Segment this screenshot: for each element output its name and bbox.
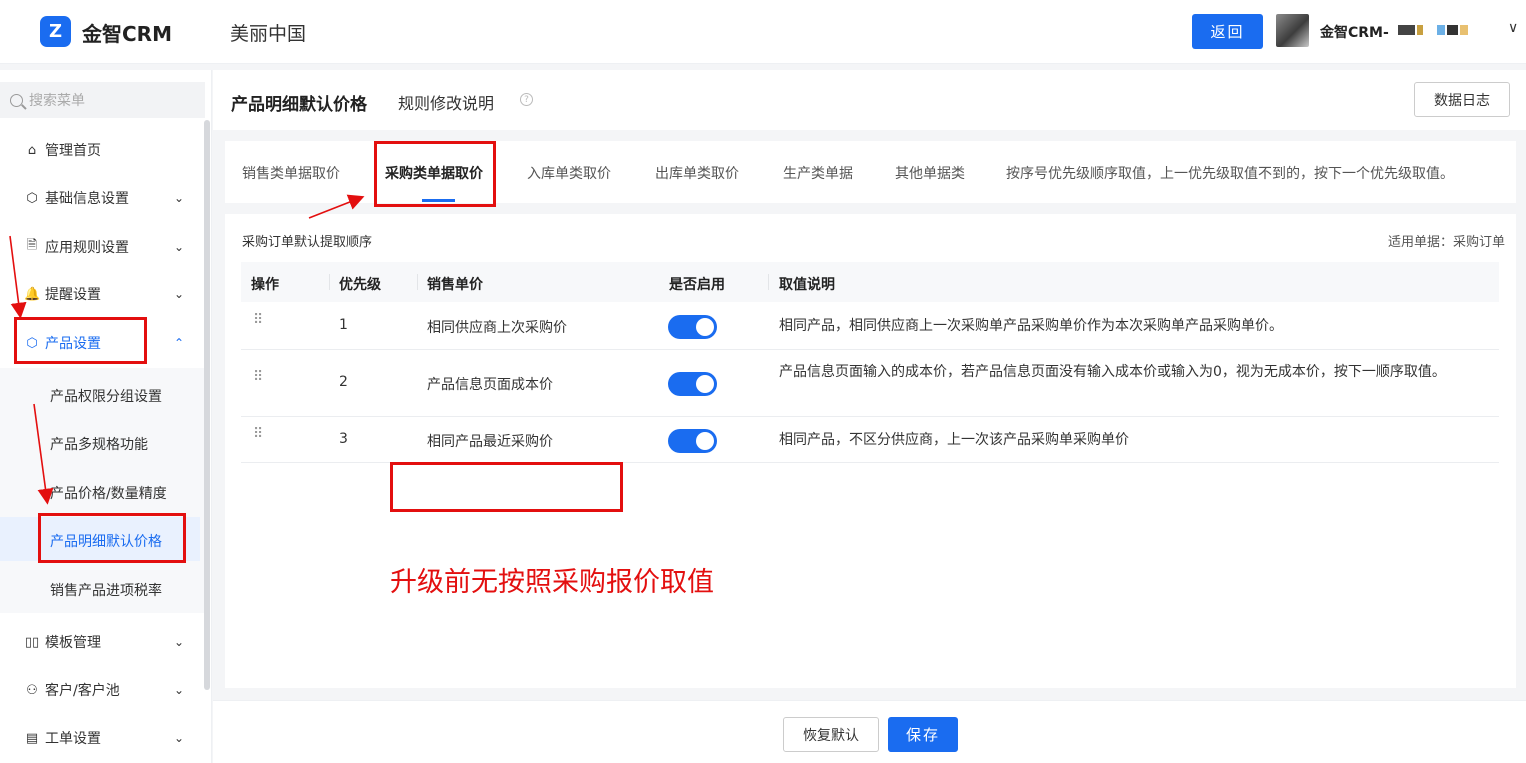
submenu-item-price-precision[interactable]: 产品价格/数量精度 [50,483,167,503]
applicable-docs: 适用单据：采购订单 [1387,235,1505,250]
chevron-up-icon: ⌃ [173,336,184,350]
tab-sales-pricing[interactable]: 销售类单据取价 [242,163,340,183]
tabs-hint-text: 按序号优先级顺序取值，上一优先级取值不到的，按下一个优先级取值。 [1006,166,1454,182]
sidebar-item-templates[interactable]: ▯▯ 模板管理 ⌄ [24,632,184,652]
rule-change-link[interactable]: 规则修改说明 [398,90,494,114]
sidebar-item-work-orders[interactable]: ▤ 工单设置 ⌄ [24,728,184,748]
header-divider [417,274,418,290]
chevron-down-icon: ⌄ [173,683,184,697]
chevron-down-icon: ⌄ [173,287,184,301]
avatar[interactable] [1276,14,1309,47]
annotation-box-product-settings [14,317,147,364]
submenu-item-multi-spec[interactable]: 产品多规格功能 [50,434,148,454]
sidebar-item-home[interactable]: ⌂ 管理首页 [24,140,184,160]
description-cell: 相同产品，不区分供应商，上一次该产品采购单采购单价 [779,432,1129,448]
reset-default-button[interactable]: 恢复默认 [783,717,879,752]
enable-toggle[interactable] [668,372,717,396]
sidebar-item-app-rules[interactable]: 🗎 应用规则设置 ⌄ [24,236,184,258]
price-cell: 产品信息页面成本价 [427,377,553,393]
cube-icon: ⬡ [26,190,38,206]
chevron-down-icon: ⌄ [173,191,184,205]
price-cell: 相同供应商上次采购价 [427,320,567,336]
bell-icon: 🔔 [24,286,41,302]
back-button[interactable]: 返回 [1192,14,1263,49]
document-icon: 🗎 [26,238,38,253]
sidebar-item-label: 模板管理 [45,635,101,651]
sidebar-item-customers[interactable]: ⚇ 客户/客户池 ⌄ [24,680,184,700]
drag-handle-icon[interactable]: ⠿ [253,370,263,384]
enable-toggle[interactable] [668,429,717,453]
section-title: 采购订单默认提取顺序 [242,235,373,250]
sidebar-item-label: 工单设置 [45,731,101,747]
description-cell: 相同产品，相同供应商上一次采购单产品采购单价作为本次采购单产品采购单价。 [779,318,1283,334]
company-name: 美丽中国 [230,23,307,45]
drag-handle-icon[interactable]: ⠿ [253,427,263,441]
sidebar: 搜索菜单 ⌂ 管理首页 ⬡ 基础信息设置 ⌄ 🗎 应用规则设置 ⌄ 🔔 提醒设置… [0,70,212,763]
sidebar-item-basic-info[interactable]: ⬡ 基础信息设置 ⌄ [24,188,184,208]
user-name-redacted [1398,22,1468,38]
chevron-down-icon: ⌄ [173,635,184,649]
data-log-button[interactable]: 数据日志 [1414,82,1510,117]
customer-icon: ⚇ [26,682,38,698]
priority-table: 操作 优先级 销售单价 是否启用 取值说明 ⠿ 1 相同供应商上次采购价 相同产… [241,262,1499,463]
header-price: 销售单价 [427,277,483,293]
tab-production[interactable]: 生产类单据 [783,163,853,183]
save-button[interactable]: 保存 [888,717,958,752]
sidebar-item-label: 客户/客户池 [45,683,120,699]
header-divider [768,274,769,290]
sidebar-item-label: 提醒设置 [45,287,101,303]
priority-cell: 2 [339,374,348,390]
sidebar-item-reminder[interactable]: 🔔 提醒设置 ⌄ [24,284,184,304]
header-divider [329,274,330,290]
content-panel: 采购订单默认提取顺序 适用单据：采购订单 操作 优先级 销售单价 是否启用 取值… [225,214,1516,688]
header-action: 操作 [251,277,279,293]
template-icon: ▯▯ [24,634,40,650]
tab-other[interactable]: 其他单据类 [895,163,965,183]
priority-cell: 1 [339,317,348,333]
sidebar-item-label: 管理首页 [45,143,101,159]
enable-toggle[interactable] [668,315,717,339]
annotation-box-tab [374,141,496,207]
submenu-item-permission-group[interactable]: 产品权限分组设置 [50,386,162,406]
price-cell: 相同产品最近采购价 [427,434,553,450]
search-input[interactable]: 搜索菜单 [0,82,205,118]
sidebar-item-label: 应用规则设置 [45,240,129,256]
annotation-box-missing-row [390,462,623,512]
top-header: Z 金智CRM 美丽中国 返回 金智CRM- ∨ [0,0,1526,64]
logo-text: 金智CRM [82,22,172,46]
work-order-icon: ▤ [25,730,39,746]
sidebar-item-label: 基础信息设置 [45,191,129,207]
chevron-down-icon: ⌄ [173,731,184,745]
footer-bar: 恢复默认 保存 [213,700,1526,763]
description-cell: 产品信息页面输入的成本价，若产品信息页面没有输入成本价或输入为0，视为无成本价，… [779,364,1446,380]
page-title: 产品明细默认价格 [231,95,367,115]
annotation-box-default-price [38,513,186,563]
table-row: ⠿ 2 产品信息页面成本价 产品信息页面输入的成本价，若产品信息页面没有输入成本… [241,350,1499,417]
table-row: ⠿ 3 相同产品最近采购价 相同产品，不区分供应商，上一次该产品采购单采购单价 [241,417,1499,463]
header-priority: 优先级 [339,277,381,293]
search-icon [10,93,23,107]
tab-inbound-pricing[interactable]: 入库单类取价 [527,163,611,183]
tab-outbound-pricing[interactable]: 出库单类取价 [655,163,739,183]
search-placeholder: 搜索菜单 [29,93,85,109]
page-header: 产品明细默认价格 规则修改说明 ? 数据日志 [213,70,1526,130]
home-icon: ⌂ [27,142,37,158]
help-icon[interactable]: ? [520,93,533,106]
header-enabled: 是否启用 [669,277,725,293]
user-name[interactable]: 金智CRM- [1320,22,1389,42]
submenu-item-tax-rate[interactable]: 销售产品进项税率 [50,580,162,600]
table-row: ⠿ 1 相同供应商上次采购价 相同产品，相同供应商上一次采购单产品采购单价作为本… [241,302,1499,350]
annotation-text: 升级前无按照采购报价取值 [390,567,714,598]
table-header: 操作 优先级 销售单价 是否启用 取值说明 [241,262,1499,302]
priority-cell: 3 [339,431,348,447]
user-menu-chevron-icon[interactable]: ∨ [1508,20,1518,36]
sidebar-scrollbar[interactable] [204,120,210,690]
logo-icon: Z [40,16,71,47]
header-description: 取值说明 [779,277,835,293]
chevron-down-icon: ⌄ [173,240,184,254]
drag-handle-icon[interactable]: ⠿ [253,313,263,327]
